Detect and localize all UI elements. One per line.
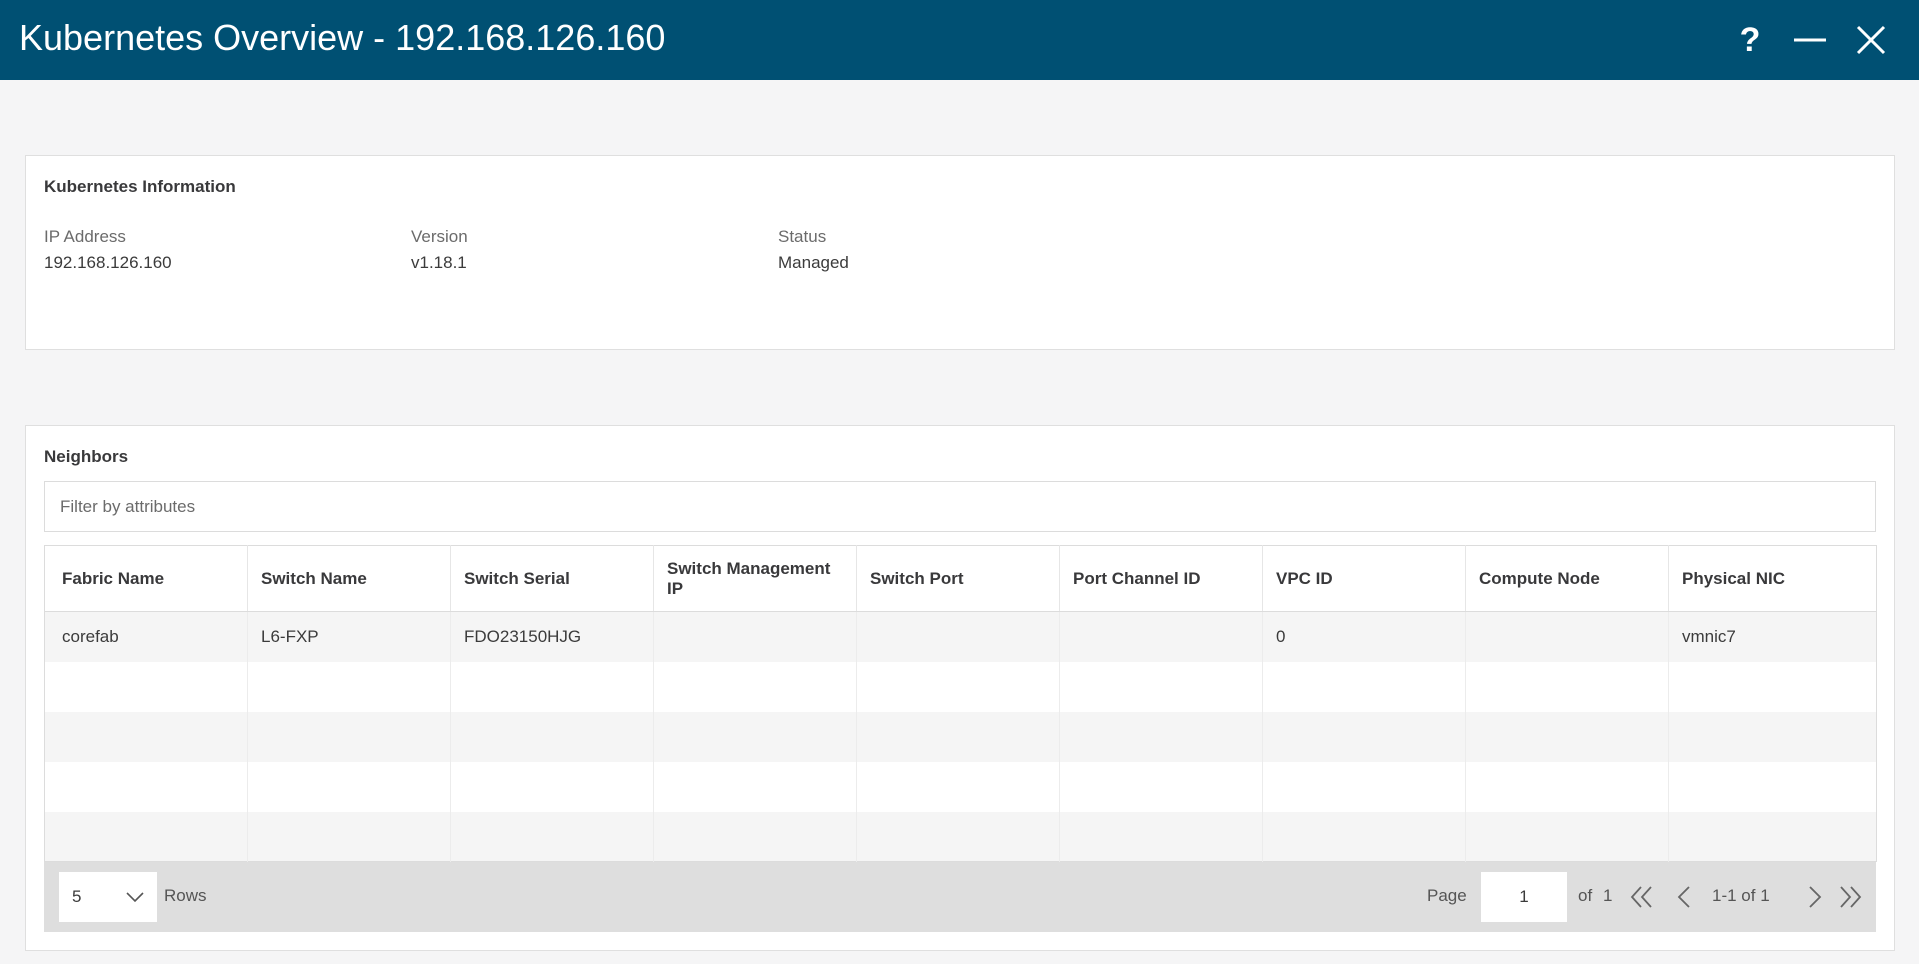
- page-range-label: 1-1 of 1: [1712, 886, 1770, 905]
- double-chevron-left-icon: [1630, 886, 1652, 908]
- cell-physical-nic: vmnic7: [1668, 611, 1877, 662]
- empty-table-row: [44, 761, 1877, 812]
- column-header-switch-port[interactable]: Switch Port: [856, 545, 1060, 612]
- status-label: Status: [778, 227, 827, 246]
- status-field: Status Managed: [778, 226, 849, 274]
- title-bar: Kubernetes Overview - 192.168.126.160 ?: [0, 0, 1919, 80]
- ip-address-field: IP Address 192.168.126.160: [44, 226, 172, 274]
- kubernetes-information-card: Kubernetes Information IP Address 192.16…: [25, 155, 1895, 350]
- first-page-button[interactable]: [1627, 882, 1657, 912]
- pagination-bar: 5 Rows Page of 1 1-1 of 1: [44, 862, 1876, 932]
- filter-input[interactable]: [44, 481, 1876, 532]
- cell-vpc-id: 0: [1262, 611, 1466, 662]
- cell-switch-name: L6-FXP: [247, 611, 451, 662]
- column-header-vpc-id[interactable]: VPC ID: [1262, 545, 1466, 612]
- ip-address-label: IP Address: [44, 227, 126, 246]
- double-chevron-right-icon: [1840, 886, 1862, 908]
- page-number-input[interactable]: [1481, 872, 1567, 922]
- empty-table-row: [44, 661, 1877, 712]
- column-header-fabric-name[interactable]: Fabric Name: [44, 545, 248, 612]
- cell-switch-serial: FDO23150HJG: [450, 611, 654, 662]
- last-page-button[interactable]: [1835, 882, 1865, 912]
- column-header-switch-name[interactable]: Switch Name: [247, 545, 451, 612]
- chevron-right-icon: [1809, 886, 1822, 908]
- rows-per-page-value: 5: [72, 887, 82, 906]
- empty-table-row: [44, 711, 1877, 762]
- cell-port-channel-id: [1059, 611, 1263, 662]
- rows-label: Rows: [164, 886, 207, 905]
- version-label: Version: [411, 227, 468, 246]
- minimize-button[interactable]: [1788, 18, 1832, 62]
- neighbors-table: Fabric Name Switch Name Switch Serial Sw…: [44, 545, 1877, 862]
- total-pages: 1: [1603, 886, 1613, 905]
- column-header-compute-node[interactable]: Compute Node: [1465, 545, 1669, 612]
- chevron-down-icon: [126, 892, 144, 903]
- page-label: Page: [1427, 886, 1467, 905]
- previous-page-button[interactable]: [1669, 882, 1699, 912]
- neighbors-title: Neighbors: [44, 447, 129, 466]
- cell-switch-management-ip: [653, 611, 857, 662]
- column-header-port-channel-id[interactable]: Port Channel ID: [1059, 545, 1263, 612]
- help-icon: ?: [1739, 20, 1761, 59]
- column-header-physical-nic[interactable]: Physical NIC: [1668, 545, 1877, 612]
- close-icon: [1856, 25, 1886, 55]
- minimize-icon: [1794, 38, 1826, 42]
- cell-compute-node: [1465, 611, 1669, 662]
- ip-address-value: 192.168.126.160: [44, 253, 172, 272]
- version-value: v1.18.1: [411, 253, 467, 272]
- chevron-left-icon: [1677, 886, 1690, 908]
- empty-table-row: [44, 811, 1877, 862]
- close-button[interactable]: [1849, 18, 1893, 62]
- window-title: Kubernetes Overview - 192.168.126.160: [19, 17, 666, 58]
- status-value: Managed: [778, 253, 849, 272]
- column-header-switch-management-ip[interactable]: Switch Management IP: [653, 545, 857, 612]
- kubernetes-information-title: Kubernetes Information: [44, 177, 236, 196]
- cell-switch-port: [856, 611, 1060, 662]
- table-row[interactable]: corefab L6-FXP FDO23150HJG 0 vmnic7: [44, 611, 1877, 662]
- version-field: Version v1.18.1: [411, 226, 468, 274]
- next-page-button[interactable]: [1800, 882, 1830, 912]
- of-label: of: [1578, 886, 1593, 905]
- table-header-row: Fabric Name Switch Name Switch Serial Sw…: [44, 545, 1877, 612]
- cell-fabric-name: corefab: [44, 611, 248, 662]
- neighbors-card: Neighbors Fabric Name Switch Name Switch…: [25, 425, 1895, 951]
- help-button[interactable]: ?: [1728, 18, 1772, 62]
- column-header-switch-serial[interactable]: Switch Serial: [450, 545, 654, 612]
- rows-per-page-select[interactable]: 5: [59, 872, 157, 922]
